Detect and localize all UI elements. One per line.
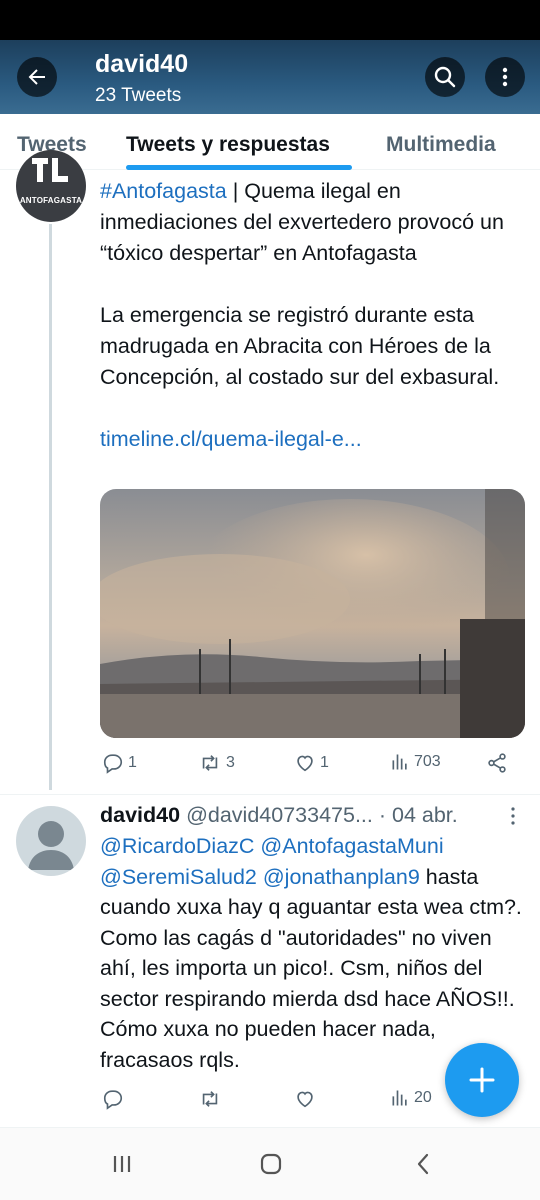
tweet-header: david40 @david40733475... · 04 abr. xyxy=(100,803,520,828)
search-button[interactable] xyxy=(425,57,465,97)
avatar-logo-text: ANTOFAGASTA xyxy=(19,196,83,205)
profile-name: david40 xyxy=(95,50,189,78)
tweet-paragraph: La emergencia se registró durante esta m… xyxy=(100,303,500,389)
status-bar xyxy=(0,0,540,40)
home-icon[interactable] xyxy=(259,1152,283,1176)
retweet-icon xyxy=(202,755,218,771)
views-button[interactable]: 703 xyxy=(390,752,441,772)
smoke-landscape-image xyxy=(100,489,525,738)
mention-link[interactable]: @jonathanplan9 xyxy=(263,865,420,889)
timeline-logo-icon xyxy=(32,158,68,182)
system-navigation-bar xyxy=(0,1128,540,1200)
retweet-icon xyxy=(202,1091,218,1107)
compose-plus-icon xyxy=(469,1067,495,1093)
retweet-button[interactable]: 3 xyxy=(198,752,235,774)
default-avatar-icon xyxy=(28,821,74,870)
views-icon xyxy=(392,754,407,770)
tweet-text: #Antofagasta | Quema ilegal en inmediaci… xyxy=(100,176,525,455)
tweet-date: · 04 abr. xyxy=(378,803,458,827)
hashtag-link[interactable]: #Antofagasta xyxy=(100,179,227,203)
tweet-image[interactable] xyxy=(100,489,525,738)
tweet-divider xyxy=(0,794,540,795)
reply-icon xyxy=(103,754,123,774)
avatar[interactable]: ANTOFAGASTA xyxy=(16,150,86,222)
views-button[interactable]: 20 xyxy=(390,1088,432,1108)
retweet-button[interactable] xyxy=(198,1088,226,1110)
tab-tweets-and-replies[interactable]: Tweets y respuestas xyxy=(126,133,330,157)
nav-back-icon[interactable] xyxy=(412,1152,436,1176)
back-arrow-icon xyxy=(28,69,45,85)
active-tab-indicator xyxy=(126,165,352,170)
mention-links[interactable]: @RicardoDiazC @AntofagastaMuni xyxy=(100,834,444,858)
avatar[interactable] xyxy=(16,806,86,876)
profile-tabs: Tweets Tweets y respuestas Multimedia xyxy=(0,114,540,170)
share-button[interactable] xyxy=(486,752,508,774)
retweet-count: 3 xyxy=(226,754,235,771)
tweet-count: 23 Tweets xyxy=(95,85,182,106)
reply-button[interactable]: 1 xyxy=(102,752,137,774)
tweet-more-icon[interactable] xyxy=(508,806,518,826)
back-button[interactable] xyxy=(17,57,57,97)
share-icon xyxy=(488,753,506,773)
author-handle[interactable]: @david40733475... xyxy=(186,803,373,827)
tweet-text: @RicardoDiazC @AntofagastaMuni @SeremiSa… xyxy=(100,831,525,1075)
compose-tweet-button[interactable] xyxy=(445,1043,519,1117)
mention-link[interactable]: @SeremiSalud2 xyxy=(100,865,257,889)
author-name[interactable]: david40 xyxy=(100,803,180,827)
like-count: 1 xyxy=(320,754,329,771)
reply-icon xyxy=(103,1090,123,1110)
like-icon xyxy=(297,755,313,772)
tweet-body: hasta cuando xuxa hay q aguantar esta we… xyxy=(100,864,522,1072)
like-button[interactable] xyxy=(294,1088,320,1110)
views-icon xyxy=(392,1090,407,1106)
tab-media[interactable]: Multimedia xyxy=(386,133,496,157)
like-icon xyxy=(297,1091,313,1108)
like-button[interactable]: 1 xyxy=(294,752,329,774)
more-vertical-icon xyxy=(502,67,508,87)
view-count: 703 xyxy=(414,753,441,770)
reply-button[interactable] xyxy=(102,1088,128,1110)
reply-count: 1 xyxy=(128,754,137,771)
recent-apps-icon[interactable] xyxy=(110,1152,134,1176)
profile-header: david40 23 Tweets xyxy=(0,40,540,114)
more-options-button[interactable] xyxy=(485,57,525,97)
thread-line xyxy=(49,224,52,790)
search-icon xyxy=(434,66,456,88)
tweet-actions: 1 3 1 703 xyxy=(100,752,520,782)
view-count: 20 xyxy=(414,1089,432,1106)
tweet-url-link[interactable]: timeline.cl/quema-ilegal-e... xyxy=(100,424,525,455)
